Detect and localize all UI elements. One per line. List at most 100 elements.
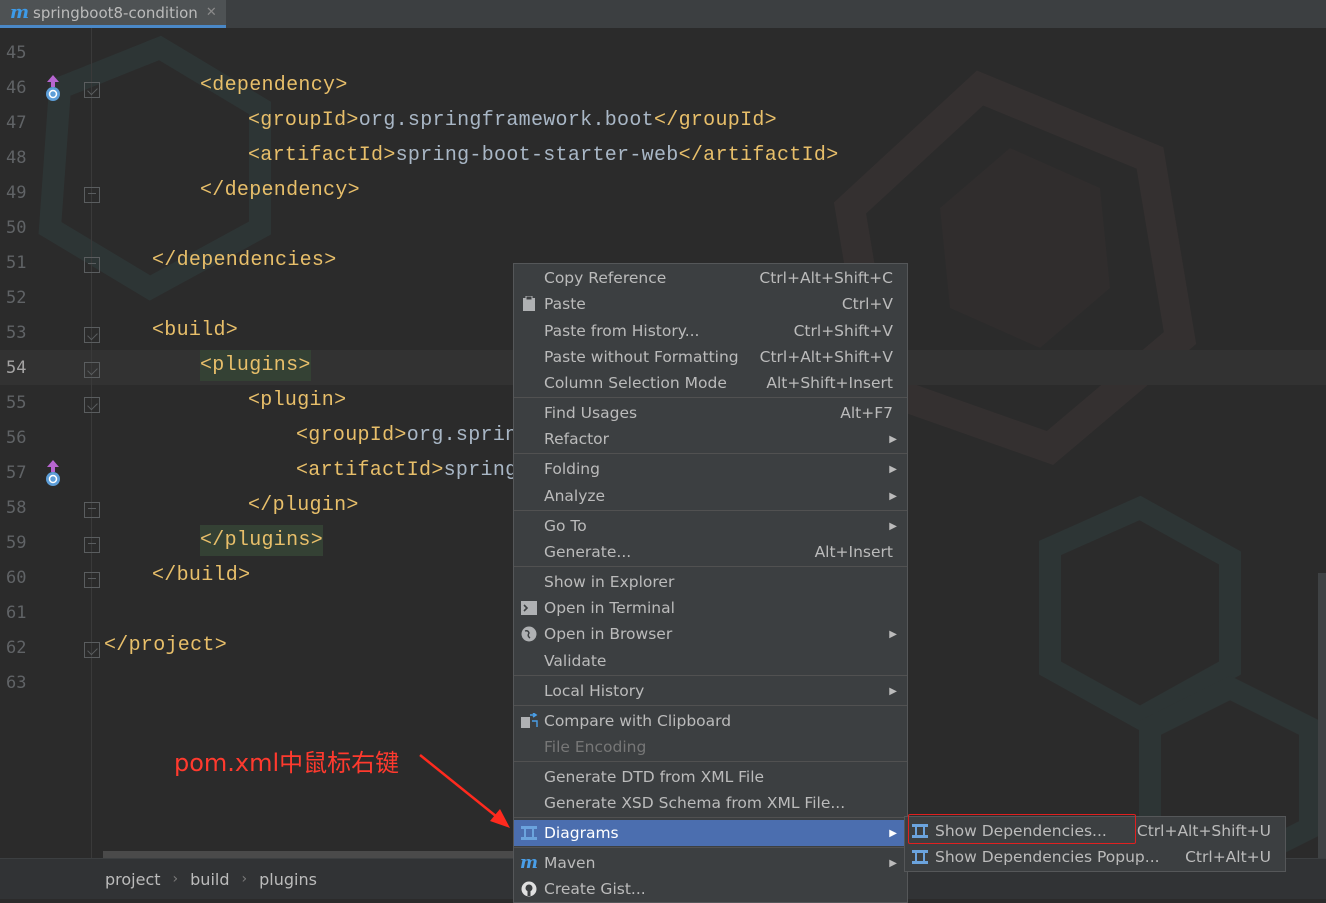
fold-toggle-icon[interactable] bbox=[84, 572, 100, 588]
line-number: 62 bbox=[6, 638, 27, 658]
compare-icon bbox=[520, 712, 538, 730]
menu-item-label: File Encoding bbox=[544, 738, 647, 756]
menu-item-label: Paste bbox=[544, 295, 586, 313]
line-number: 53 bbox=[6, 323, 27, 343]
menu-item-folding[interactable]: Folding ▶ bbox=[514, 456, 907, 482]
fold-toggle-icon[interactable] bbox=[84, 187, 100, 203]
context-menu: Copy Reference Ctrl+Alt+Shift+C Paste Ctrl+… bbox=[513, 263, 908, 903]
menu-item-maven[interactable]: m Maven ▶ bbox=[514, 850, 907, 876]
menu-separator bbox=[514, 675, 907, 676]
github-icon bbox=[520, 880, 538, 898]
menu-item-diagrams[interactable]: Diagrams ▶ bbox=[514, 820, 907, 846]
menu-item-generate[interactable]: Generate... Alt+Insert bbox=[514, 539, 907, 565]
code-line[interactable]: <groupId>org.springframework.boot</group… bbox=[248, 109, 777, 132]
menu-item-generate-dtd-from-xml-file[interactable]: Generate DTD from XML File bbox=[514, 764, 907, 790]
menu-separator bbox=[514, 566, 907, 567]
fold-toggle-icon[interactable] bbox=[84, 327, 100, 343]
submenu-item-show-dependencies-popup[interactable]: Show Dependencies Popup... Ctrl+Alt+U bbox=[905, 844, 1285, 870]
menu-item-validate[interactable]: Validate bbox=[514, 648, 907, 674]
vertical-scrollbar[interactable] bbox=[1318, 573, 1326, 858]
fold-toggle-icon[interactable] bbox=[84, 257, 100, 273]
menu-separator bbox=[514, 847, 907, 848]
menu-item-go-to[interactable]: Go To ▶ bbox=[514, 513, 907, 539]
fold-toggle-icon[interactable] bbox=[84, 502, 100, 518]
menu-separator bbox=[514, 453, 907, 454]
line-number: 59 bbox=[6, 533, 27, 553]
menu-item-open-in-browser[interactable]: Open in Browser ▶ bbox=[514, 621, 907, 647]
override-marker-icon[interactable] bbox=[42, 458, 64, 488]
diagram-icon bbox=[911, 848, 929, 866]
code-line[interactable]: <dependency> bbox=[200, 74, 348, 97]
line-number: 58 bbox=[6, 498, 27, 518]
menu-item-show-in-explorer[interactable]: Show in Explorer bbox=[514, 569, 907, 595]
line-number: 61 bbox=[6, 603, 27, 623]
chevron-right-icon: › bbox=[172, 871, 179, 887]
menu-item-compare-with-clipboard[interactable]: Compare with Clipboard bbox=[514, 708, 907, 734]
menu-item-open-in-terminal[interactable]: Open in Terminal bbox=[514, 595, 907, 621]
fold-toggle-icon[interactable] bbox=[84, 82, 100, 98]
maven-icon: m bbox=[520, 853, 538, 873]
fold-toggle-icon[interactable] bbox=[84, 642, 100, 658]
line-number: 47 bbox=[6, 113, 27, 133]
breadcrumb-item-build[interactable]: build bbox=[190, 870, 229, 889]
menu-item-paste-from-history[interactable]: Paste from History... Ctrl+Shift+V bbox=[514, 318, 907, 344]
annotation-arrow-icon bbox=[419, 754, 510, 828]
menu-item-label: Diagrams bbox=[544, 824, 619, 842]
code-text: <groupId>org.springframework.boot</group… bbox=[248, 109, 777, 132]
menu-item-label: Show Dependencies Popup... bbox=[935, 848, 1160, 866]
menu-item-label: Generate... bbox=[544, 543, 632, 561]
menu-item-label: Paste without Formatting bbox=[544, 348, 739, 366]
line-number: 56 bbox=[6, 428, 27, 448]
breadcrumb-item-project[interactable]: project bbox=[105, 870, 161, 889]
menu-item-paste-without-formatting[interactable]: Paste without Formatting Ctrl+Alt+Shift+V bbox=[514, 344, 907, 370]
menu-separator bbox=[514, 761, 907, 762]
code-line[interactable]: </project> bbox=[104, 634, 227, 657]
fold-toggle-icon[interactable] bbox=[84, 397, 100, 413]
code-line[interactable]: <artifactId>spring-boot-starter-web</art… bbox=[248, 144, 839, 167]
submenu-arrow-icon: ▶ bbox=[889, 463, 897, 475]
menu-item-refactor[interactable]: Refactor ▶ bbox=[514, 426, 907, 452]
menu-item-local-history[interactable]: Local History ▶ bbox=[514, 678, 907, 704]
menu-item-label: Generate DTD from XML File bbox=[544, 768, 765, 786]
line-number: 54 bbox=[6, 358, 27, 378]
menu-item-file-encoding: File Encoding bbox=[514, 734, 907, 760]
code-text: <groupId>org.sprin bbox=[296, 424, 518, 447]
menu-separator bbox=[514, 817, 907, 818]
code-line[interactable]: </build> bbox=[152, 564, 250, 587]
code-text: <artifactId>spring-boot-starter-web</art… bbox=[248, 144, 839, 167]
code-line[interactable]: <build> bbox=[152, 319, 238, 342]
menu-item-label: Open in Terminal bbox=[544, 599, 675, 617]
code-text: <dependency> bbox=[200, 74, 348, 97]
fold-toggle-icon[interactable] bbox=[84, 362, 100, 378]
code-line[interactable]: </dependency> bbox=[200, 179, 360, 202]
menu-item-copy-reference[interactable]: Copy Reference Ctrl+Alt+Shift+C bbox=[514, 265, 907, 291]
line-number: 55 bbox=[6, 393, 27, 413]
menu-item-analyze[interactable]: Analyze ▶ bbox=[514, 483, 907, 509]
menu-item-paste[interactable]: Paste Ctrl+V bbox=[514, 291, 907, 317]
gutter-separator bbox=[91, 28, 92, 858]
editor-tab[interactable]: m springboot8-condition ✕ bbox=[0, 0, 226, 28]
code-line[interactable]: <plugin> bbox=[248, 389, 346, 412]
menu-item-label: Paste from History... bbox=[544, 322, 700, 340]
override-marker-icon[interactable] bbox=[42, 73, 64, 103]
terminal-icon bbox=[520, 599, 538, 617]
code-line[interactable]: <plugins> bbox=[200, 350, 311, 381]
breadcrumb-item-plugins[interactable]: plugins bbox=[259, 870, 317, 889]
code-line[interactable]: </dependencies> bbox=[152, 249, 337, 272]
line-number: 45 bbox=[6, 43, 27, 63]
menu-item-find-usages[interactable]: Find Usages Alt+F7 bbox=[514, 400, 907, 426]
highlight-box bbox=[908, 814, 1136, 844]
close-icon[interactable]: ✕ bbox=[206, 5, 217, 20]
code-line[interactable]: <groupId>org.sprin bbox=[296, 424, 517, 447]
code-line[interactable]: <artifactId>spring bbox=[296, 459, 517, 482]
menu-item-label: Go To bbox=[544, 517, 587, 535]
menu-item-create-gist[interactable]: Create Gist... bbox=[514, 876, 907, 902]
menu-item-column-selection-mode[interactable]: Column Selection Mode Alt+Shift+Insert bbox=[514, 370, 907, 396]
fold-toggle-icon[interactable] bbox=[84, 537, 100, 553]
horizontal-scrollbar[interactable] bbox=[103, 851, 513, 858]
code-line[interactable]: </plugin> bbox=[248, 494, 359, 517]
menu-item-generate-xsd-schema-from-xml-file[interactable]: Generate XSD Schema from XML File... bbox=[514, 790, 907, 816]
menu-item-label: Open in Browser bbox=[544, 625, 673, 643]
code-line[interactable]: </plugins> bbox=[200, 525, 324, 556]
menu-item-label: Refactor bbox=[544, 430, 610, 448]
